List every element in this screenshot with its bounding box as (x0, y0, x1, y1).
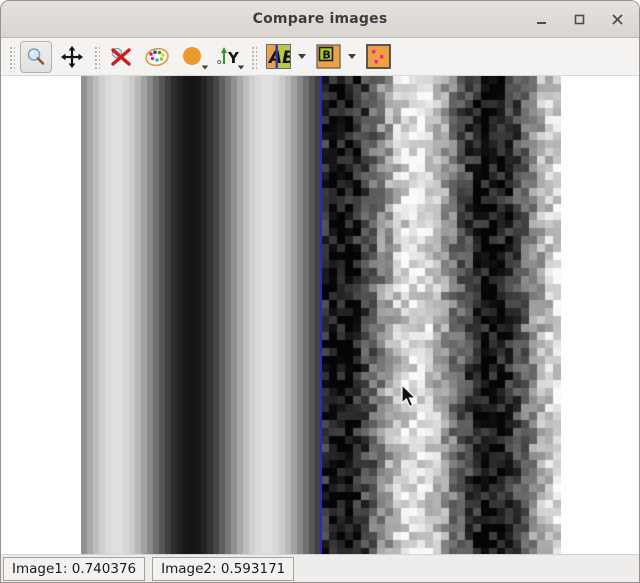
compare-ab-dropdown[interactable] (298, 41, 306, 73)
svg-text:AB: AB (267, 48, 291, 68)
show-b-dropdown[interactable] (348, 41, 356, 73)
maximize-button[interactable] (567, 7, 591, 31)
toolbar-separator (8, 44, 15, 69)
toolbar-separator (93, 44, 100, 69)
minimize-button[interactable] (529, 7, 553, 31)
y-axis-button[interactable]: o Y (213, 41, 245, 73)
palette-button[interactable] (141, 41, 173, 73)
svg-text:B: B (322, 48, 330, 61)
magnifier-icon (27, 47, 45, 65)
no-zoom-icon (111, 47, 131, 66)
mouse-cursor (401, 384, 418, 408)
dots-icon (365, 44, 391, 69)
title-bar[interactable]: Compare images (1, 1, 639, 38)
ab-split-icon: AB (265, 44, 291, 69)
compare-images-window: Compare images o Y B Image1: 0.740376 Im… (0, 0, 640, 583)
toolbar-separator (250, 44, 257, 69)
compare-ab-button[interactable]: AB (262, 41, 294, 73)
pan-tool-button[interactable] (56, 41, 88, 73)
image-compare-view (1, 76, 639, 554)
minimize-icon (536, 21, 546, 24)
close-icon (612, 14, 622, 24)
b-overlay-icon: B (315, 44, 341, 69)
split-divider[interactable] (320, 76, 322, 554)
window-controls (529, 7, 629, 31)
zoom-off-button[interactable] (105, 41, 137, 73)
image1-value: Image1: 0.740376 (3, 556, 146, 581)
chevron-down-icon (237, 65, 245, 69)
close-button[interactable] (605, 7, 629, 31)
zoom-tool-button[interactable] (20, 40, 52, 73)
chevron-down-icon (298, 54, 306, 59)
palette-icon (145, 47, 169, 66)
status-bar: Image1: 0.740376 Image2: 0.593171 (1, 554, 639, 582)
maximize-icon (574, 14, 584, 24)
chevron-down-icon (348, 54, 356, 59)
svg-text:Y: Y (227, 49, 240, 67)
difference-button[interactable] (362, 41, 394, 73)
move-icon (61, 45, 83, 68)
chevron-down-icon (201, 65, 209, 69)
show-b-button[interactable]: B (312, 41, 344, 73)
marker-color-button[interactable] (177, 41, 209, 73)
image2-value: Image2: 0.593171 (152, 556, 295, 581)
toolbar: o Y AB B (1, 38, 639, 76)
svg-text:o: o (217, 58, 221, 66)
